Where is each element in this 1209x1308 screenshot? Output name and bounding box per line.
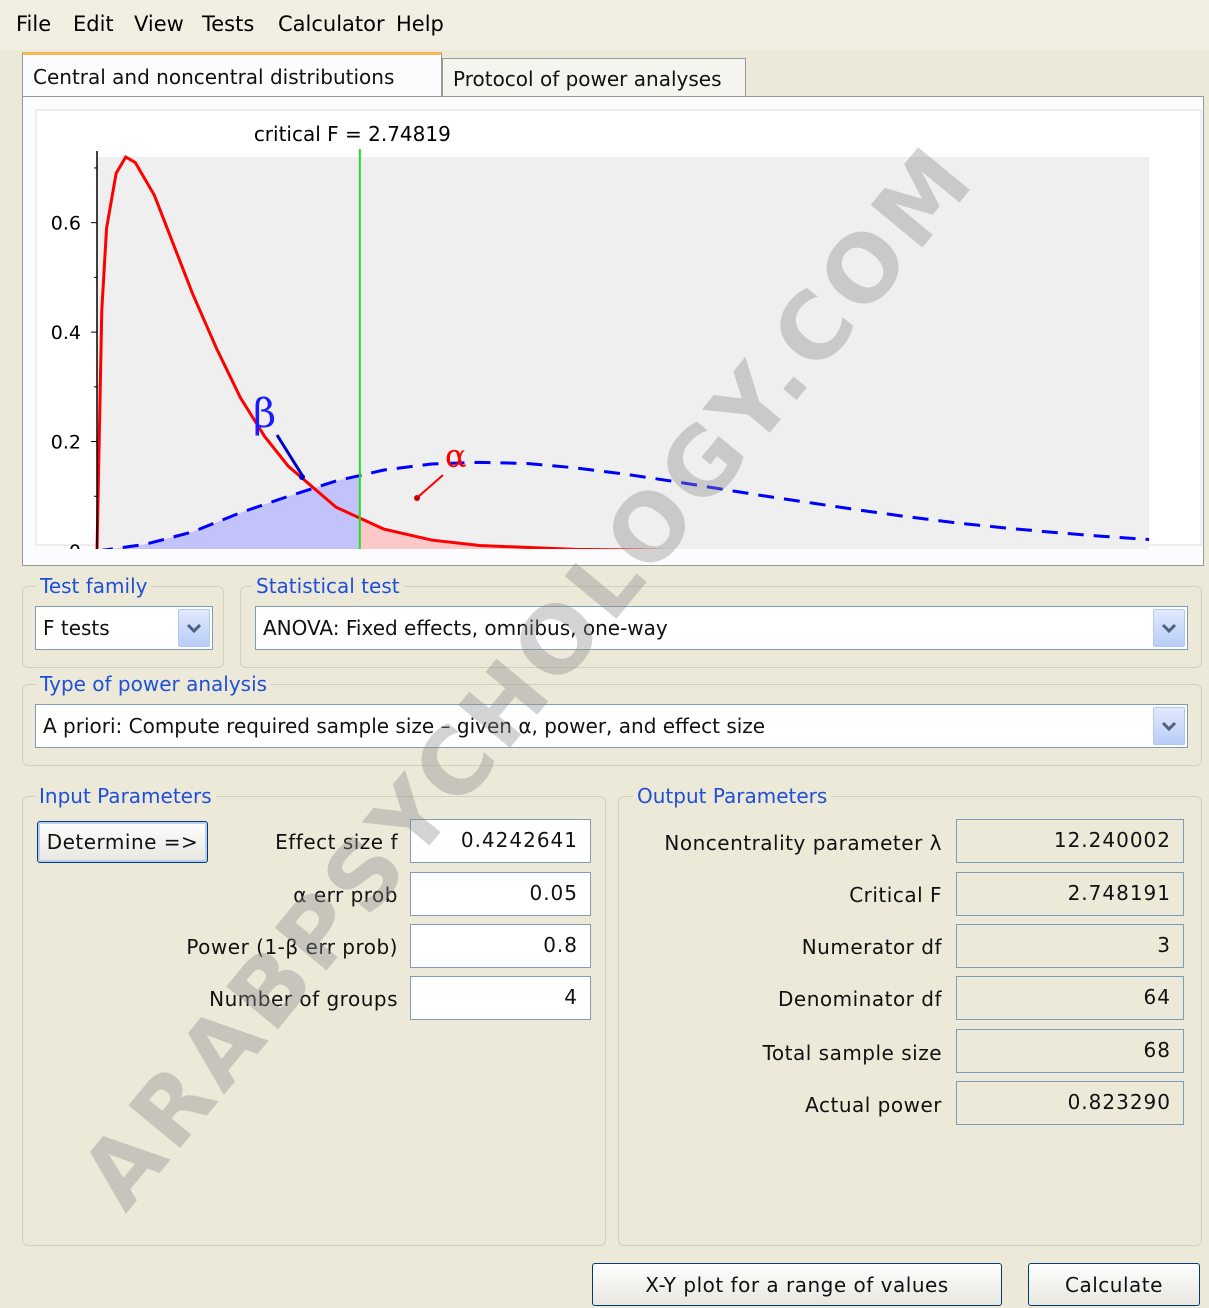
statistical-test-title: Statistical test [252, 574, 404, 598]
y-tick-label: 0.6 [51, 213, 81, 235]
menu-edit[interactable]: Edit [73, 12, 114, 36]
y-tick-label: 0.2 [51, 432, 81, 454]
output-parameters-group [618, 796, 1202, 1246]
input-parameters-title: Input Parameters [35, 784, 216, 808]
actual-power-value: 0.823290 [956, 1081, 1184, 1125]
statistical-test-select[interactable]: ANOVA: Fixed effects, omnibus, one-way [255, 606, 1188, 650]
calculate-button[interactable]: Calculate [1028, 1263, 1200, 1306]
distribution-panel: 0.60.40.200246810critical F = 2.74819βα [22, 96, 1204, 566]
groups-label: Number of groups [209, 987, 398, 1011]
total-sample-value: 68 [956, 1029, 1184, 1073]
power-label: Power (1-β err prob) [186, 935, 398, 959]
menu-tests[interactable]: Tests [202, 12, 254, 36]
beta-pointer-dot [299, 474, 305, 480]
y-tick-label: 0 [69, 541, 81, 549]
chevron-down-icon[interactable] [1153, 609, 1185, 647]
tab-distributions[interactable]: Central and noncentral distributions [22, 52, 442, 98]
critical-f-label: Critical F [849, 883, 942, 907]
effect-size-label: Effect size f [275, 830, 398, 854]
menu-calculator[interactable]: Calculator [278, 12, 385, 36]
denominator-df-label: Denominator df [778, 987, 942, 1011]
tab-protocol[interactable]: Protocol of power analyses [442, 58, 746, 98]
power-analysis-value: A priori: Compute required sample size –… [43, 714, 766, 738]
effect-size-field[interactable]: 0.4242641 [410, 819, 591, 863]
power-analysis-title: Type of power analysis [36, 672, 272, 696]
numerator-df-label: Numerator df [801, 935, 942, 959]
output-parameters-title: Output Parameters [633, 784, 832, 808]
test-family-value: F tests [43, 616, 110, 640]
alpha-pointer-dot [414, 495, 420, 501]
menu-help[interactable]: Help [396, 12, 444, 36]
noncentrality-label: Noncentrality parameter λ [664, 831, 942, 855]
denominator-df-value: 64 [956, 976, 1184, 1020]
test-family-select[interactable]: F tests [35, 606, 213, 650]
power-field[interactable]: 0.8 [410, 924, 591, 968]
chevron-down-icon[interactable] [178, 609, 210, 647]
menu-view[interactable]: View [134, 12, 184, 36]
tab-protocol-label: Protocol of power analyses [453, 66, 722, 91]
test-family-title: Test family [36, 574, 152, 598]
alpha-symbol: α [445, 437, 467, 475]
noncentrality-value: 12.240002 [956, 819, 1184, 863]
menu-bar: File Edit View Tests Calculator Help [0, 0, 1209, 50]
tab-distributions-label: Central and noncentral distributions [33, 64, 395, 89]
power-analysis-select[interactable]: A priori: Compute required sample size –… [35, 704, 1188, 748]
distribution-chart: 0.60.40.200246810critical F = 2.74819βα [35, 109, 1202, 549]
alpha-err-label: α err prob [293, 883, 398, 907]
beta-symbol: β [253, 391, 276, 437]
y-tick-label: 0.4 [51, 322, 81, 344]
numerator-df-value: 3 [956, 924, 1184, 968]
actual-power-label: Actual power [805, 1093, 942, 1117]
xy-plot-button[interactable]: X-Y plot for a range of values [592, 1263, 1002, 1306]
critical-f-value: 2.748191 [956, 872, 1184, 916]
chevron-down-icon[interactable] [1153, 707, 1185, 745]
statistical-test-value: ANOVA: Fixed effects, omnibus, one-way [263, 616, 668, 640]
alpha-err-field[interactable]: 0.05 [410, 872, 591, 916]
input-parameters-group [22, 796, 606, 1246]
total-sample-label: Total sample size [762, 1041, 942, 1065]
menu-file[interactable]: File [16, 12, 51, 36]
groups-field[interactable]: 4 [410, 976, 591, 1020]
critical-f-label: critical F = 2.74819 [254, 122, 451, 146]
plot-area [97, 157, 1149, 549]
